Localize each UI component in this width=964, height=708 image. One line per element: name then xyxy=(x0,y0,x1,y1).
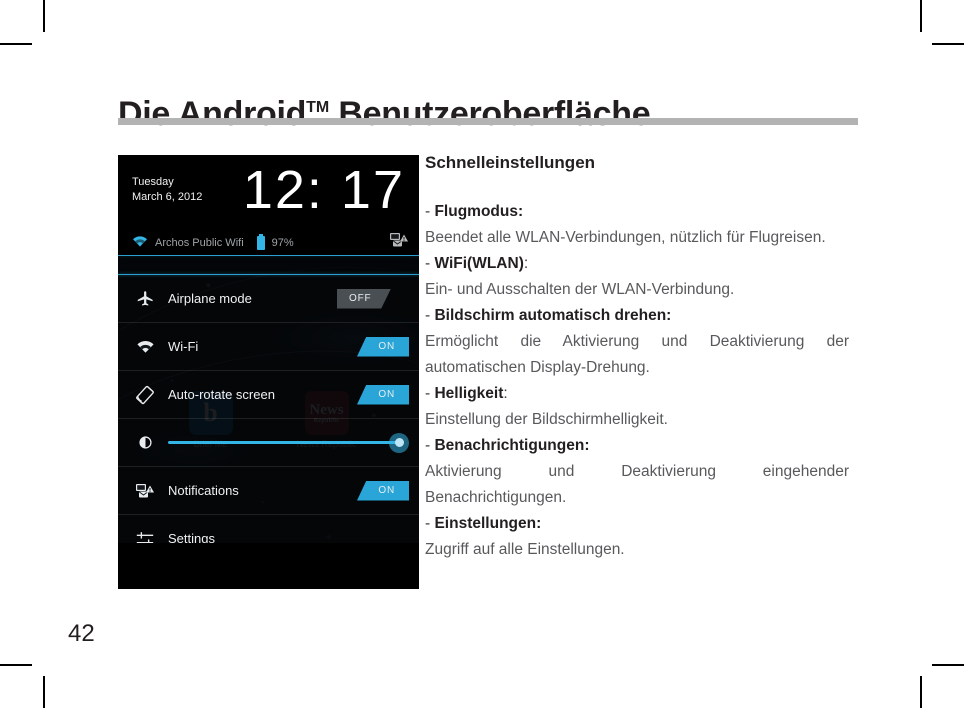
entry-term-text: WiFi(WLAN) xyxy=(434,255,524,272)
crop-mark-top-left-horizontal xyxy=(0,43,32,45)
brightness-slider-track xyxy=(168,441,397,444)
entry-flugmodus: - Flugmodus: Beendet alle WLAN-Verbindun… xyxy=(425,199,849,251)
entry-description: Beendet alle WLAN-Verbindungen, nützlich… xyxy=(425,229,826,246)
entry-description: Aktivierung und Deaktivierung eingehende… xyxy=(425,463,849,506)
wifi-icon xyxy=(132,339,158,354)
quick-settings-header: Tuesday March 6, 2012 12: 17 Archos Publ… xyxy=(118,155,419,255)
section-heading: Schnelleinstellungen xyxy=(425,153,596,172)
entry-helligkeit: - Helligkeit: Einstellung der Bildschirm… xyxy=(425,381,849,433)
auto-rotate-icon xyxy=(132,385,158,405)
crop-mark-bottom-right-vertical xyxy=(920,676,922,708)
airplane-mode-toggle-state: OFF xyxy=(349,293,372,304)
notification-mail-warning-icon xyxy=(389,231,409,254)
entry-term: - Benachrichtigungen: xyxy=(425,433,849,459)
entry-benachrichtigungen: - Benachrichtigungen: Aktivierung und De… xyxy=(425,433,849,511)
weekday-label: Tuesday xyxy=(132,176,174,188)
entry-term-text: Einstellungen: xyxy=(434,515,542,532)
page-title: Die AndroidTM Benutzeroberfläche xyxy=(118,94,651,134)
entry-term-suffix: : xyxy=(503,385,508,402)
trademark-superscript: TM xyxy=(306,98,330,116)
brightness-slider-knob[interactable] xyxy=(389,432,409,453)
entry-description: Zugriff auf alle Einstellungen. xyxy=(425,541,625,558)
entry-bildschirm-drehen: - Bildschirm automatisch drehen: Ermögli… xyxy=(425,303,849,381)
brightness-icon xyxy=(132,434,158,451)
entry-term: - WiFi(WLAN): xyxy=(425,251,849,277)
crop-mark-bottom-left-vertical xyxy=(43,676,45,708)
auto-rotate-toggle[interactable]: ON xyxy=(337,384,409,405)
entry-term: - Einstellungen: xyxy=(425,511,849,537)
entry-description: Ermöglicht die Aktivierung und Deaktivie… xyxy=(425,333,849,376)
notifications-toggle-state: ON xyxy=(378,485,395,496)
auto-rotate-toggle-state: ON xyxy=(378,389,395,400)
airplane-icon xyxy=(132,289,158,308)
battery-percent-label: 97% xyxy=(271,236,294,249)
entry-term-text: Flugmodus: xyxy=(434,203,524,220)
entry-term-text: Bildschirm automatisch drehen: xyxy=(434,307,672,324)
entry-term-text: Benachrichtigungen: xyxy=(434,437,590,454)
quick-setting-row-brightness[interactable] xyxy=(118,419,419,467)
entry-term-text: Helligkeit xyxy=(434,385,504,402)
wifi-ssid-label: Archos Public Wifi xyxy=(155,236,244,249)
auto-rotate-label: Auto-rotate screen xyxy=(168,387,275,402)
brightness-slider[interactable] xyxy=(168,432,409,453)
date-block: Tuesday March 6, 2012 xyxy=(132,175,202,205)
entry-description: Einstellung der Bildschirmhelligkeit. xyxy=(425,411,668,428)
entry-description: Ein- und Ausschalten der WLAN-Verbindung… xyxy=(425,281,735,298)
battery-icon xyxy=(256,233,265,250)
airplane-mode-label: Airplane mode xyxy=(168,291,252,306)
notifications-label: Notifications xyxy=(168,483,239,498)
wifi-toggle[interactable]: ON xyxy=(337,336,409,357)
crop-mark-top-right-vertical xyxy=(920,0,922,32)
airplane-mode-toggle[interactable]: OFF xyxy=(337,288,409,309)
android-quick-settings-screenshot: b Brief Me News Republic News Republic T… xyxy=(118,155,419,589)
quick-setting-row-wifi[interactable]: Wi-Fi ON xyxy=(118,323,419,371)
date-label: March 6, 2012 xyxy=(132,191,203,203)
entry-term: - Helligkeit: xyxy=(425,381,849,407)
entry-term: - Flugmodus: xyxy=(425,199,849,225)
crop-mark-bottom-left-horizontal xyxy=(0,664,32,666)
crop-mark-bottom-right-horizontal xyxy=(932,664,964,666)
status-row: Archos Public Wifi 97% xyxy=(132,231,409,254)
quick-setting-row-notifications[interactable]: Notifications ON xyxy=(118,467,419,515)
panel-spacer xyxy=(118,256,419,274)
wifi-label: Wi-Fi xyxy=(168,339,199,354)
page-number: 42 xyxy=(68,620,95,647)
clock-label: 12: 17 xyxy=(242,160,405,220)
entry-einstellungen: - Einstellungen: Zugriff auf alle Einste… xyxy=(425,511,849,563)
entry-wifi-wlan: - WiFi(WLAN): Ein- und Ausschalten der W… xyxy=(425,251,849,303)
quick-setting-row-airplane-mode[interactable]: Airplane mode OFF xyxy=(118,275,419,323)
crop-mark-top-left-vertical xyxy=(43,0,45,32)
body-text-column: Schnelleinstellungen - Flugmodus: Beende… xyxy=(425,153,849,563)
entry-term-suffix: : xyxy=(523,255,529,272)
wifi-toggle-state: ON xyxy=(378,341,395,352)
wifi-icon xyxy=(132,234,148,252)
notifications-icon xyxy=(132,482,158,500)
crop-mark-top-right-horizontal xyxy=(932,43,964,45)
notifications-toggle[interactable]: ON xyxy=(337,480,409,501)
page-title-part-2: Benutzeroberfläche xyxy=(329,94,651,133)
title-divider-rule xyxy=(118,118,858,125)
quick-setting-row-auto-rotate[interactable]: Auto-rotate screen ON xyxy=(118,371,419,419)
entry-term: - Bildschirm automatisch drehen: xyxy=(425,303,849,329)
page-title-part-1: Die Android xyxy=(118,94,307,133)
screenshot-bottom-black-bar xyxy=(118,543,419,589)
quick-settings-panel: Tuesday March 6, 2012 12: 17 Archos Publ… xyxy=(118,155,419,564)
